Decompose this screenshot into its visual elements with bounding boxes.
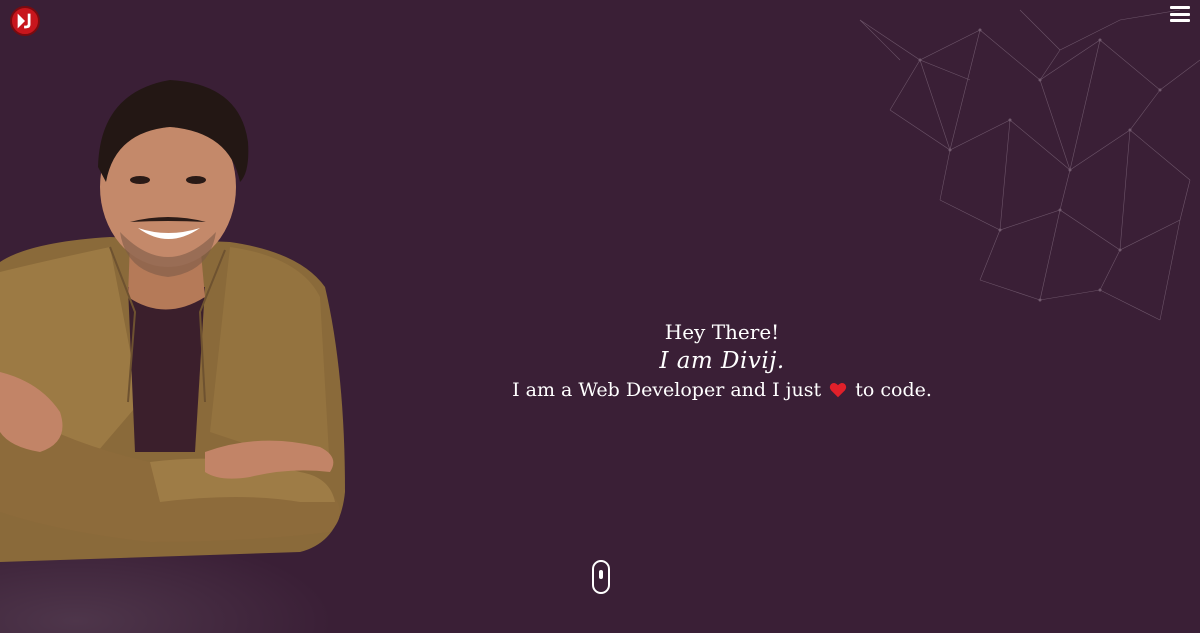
site-logo[interactable]: [10, 6, 40, 36]
tagline-text: I am a Web Developer and I just to code.: [480, 376, 964, 404]
profile-photo: [0, 80, 345, 562]
mouse-scroll-icon: [599, 570, 603, 579]
heart-icon: [830, 382, 847, 398]
menu-button[interactable]: [1170, 6, 1190, 22]
hamburger-menu-icon: [1170, 6, 1190, 9]
greeting-text: Hey There!: [664, 320, 780, 344]
name-heading: I am Divij.: [659, 348, 785, 374]
dj-logo-icon: [17, 13, 31, 29]
scroll-down-indicator[interactable]: [592, 560, 610, 594]
hero-page: Hey There! I am Divij. I am a Web Develo…: [0, 0, 1200, 633]
tagline-before: I am a Web Developer and I just: [512, 379, 822, 401]
hero-text: Hey There! I am Divij. I am a Web Develo…: [480, 318, 964, 404]
tagline-after: to code.: [855, 379, 932, 401]
